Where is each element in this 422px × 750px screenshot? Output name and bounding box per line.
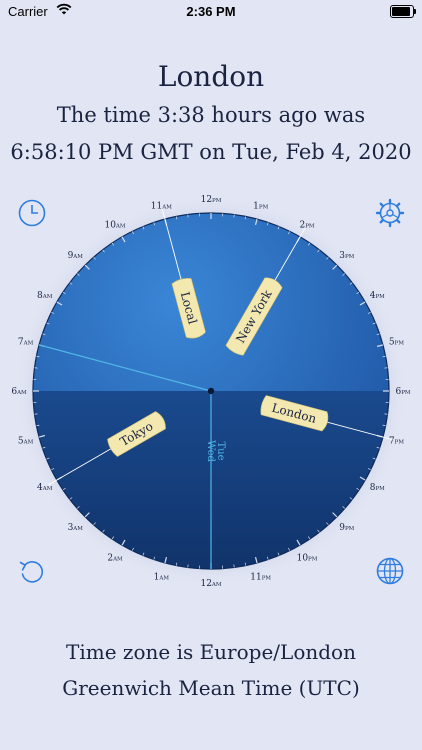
timezone-name: Time zone is Europe/London xyxy=(66,640,356,664)
day-label-yesterday: Tue xyxy=(215,441,226,460)
timezone-description: Greenwich Mean Time (UTC) xyxy=(62,676,360,700)
battery-icon xyxy=(390,5,416,18)
status-bar: Carrier 2:36 PM xyxy=(0,0,422,24)
time-description: The time 3:38 hours ago was xyxy=(56,103,366,127)
time-value: 6:58:10 PM GMT on Tue, Feb 4, 2020 xyxy=(10,140,412,164)
world-clock-dial[interactable]: 12PM1PM2PM3PM4PM5PM6PM7PM8PM9PM10PM11PM1… xyxy=(0,180,422,602)
day-label-today: Wed xyxy=(205,440,216,462)
city-title: London xyxy=(157,60,265,93)
dial-center-pin xyxy=(207,387,215,395)
status-time: 2:36 PM xyxy=(186,4,236,19)
